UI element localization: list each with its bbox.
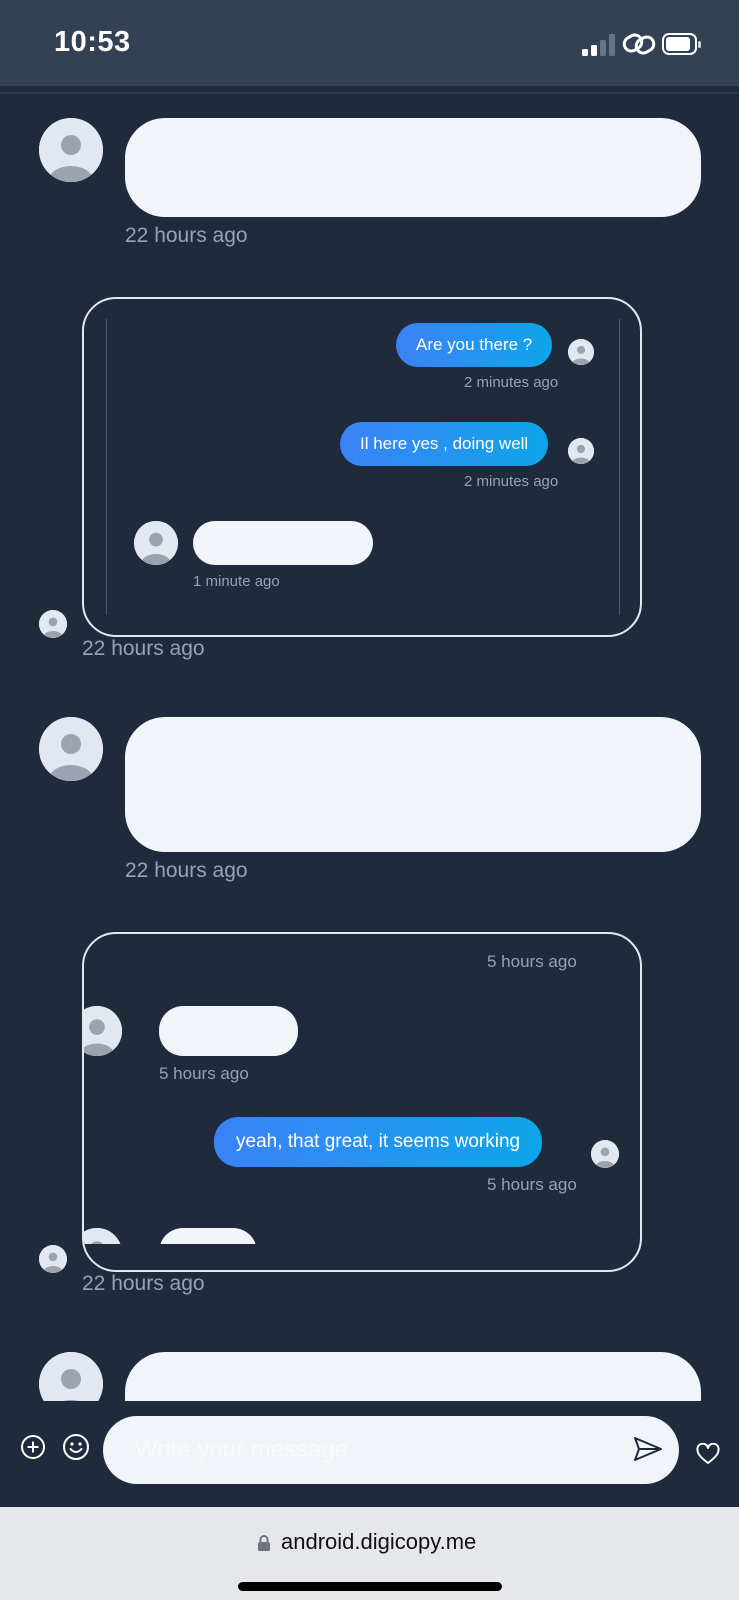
signal-icon [582,34,616,56]
url-text[interactable]: android.digicopy.me [281,1529,476,1555]
message-time: 22 hours ago [82,1272,205,1295]
avatar [84,1228,122,1244]
home-indicator[interactable] [238,1582,502,1591]
screenshot-card: Are you there ? 2 minutes ago Il here ye… [82,297,642,637]
emoji-icon[interactable] [62,1433,90,1461]
message-composer [0,1401,739,1507]
message-bubble: Other issue , I have to scroll all messa… [125,717,701,852]
battery-icon [662,33,701,55]
message-time: 5 hours ago [487,952,577,971]
message-time: 5 hours ago [159,1064,249,1083]
avatar [39,610,67,638]
message-time: 22 hours ago [82,637,205,660]
avatar [39,717,103,781]
avatar [591,1140,619,1168]
status-bar: 10:53 [0,0,739,86]
received-message-bubble: yes, how is going? [193,521,373,565]
avatar [568,339,594,365]
sent-message-bubble: Are you there ? [396,323,553,367]
heart-icon[interactable] [696,1443,720,1465]
message-input[interactable] [103,1416,679,1484]
message-bubble: First writing is white on white , can’t … [125,118,701,217]
message-time: 5 hours ago [487,1175,577,1194]
card-rail [106,319,107,615]
sent-message-bubble: Il here yes , doing well [340,422,549,466]
message-time: 1 minute ago [193,573,280,590]
received-message-bubble: yeah, here. [159,1006,299,1056]
send-icon[interactable] [632,1435,664,1463]
received-message-bubble [159,1228,257,1244]
avatar [568,438,594,464]
avatar [39,1245,67,1273]
avatar [84,1006,122,1056]
avatar [39,1352,103,1401]
sent-message-bubble: yeah, that great, it seems working [214,1117,543,1167]
message-bubble: In the screenshot above , I’m in the mid… [125,1352,701,1401]
link-icon [622,33,656,55]
lock-icon [258,1535,270,1551]
chat-thread[interactable]: First writing is white on white , can’t … [0,94,739,1401]
card-rail [619,319,620,615]
message-time: 2 minutes ago [464,473,559,490]
cropped-message-row [84,1228,640,1244]
avatar [134,521,178,565]
screenshot-card: 5 hours ago yeah, here. 5 hours ago yeah… [82,932,642,1272]
message-time: 2 minutes ago [464,374,559,391]
avatar [39,118,103,182]
status-time: 10:53 [54,26,131,58]
message-time: 22 hours ago [125,224,248,247]
plus-icon[interactable] [20,1434,46,1460]
message-time: 22 hours ago [125,859,248,882]
browser-address-bar[interactable]: android.digicopy.me [0,1507,739,1600]
